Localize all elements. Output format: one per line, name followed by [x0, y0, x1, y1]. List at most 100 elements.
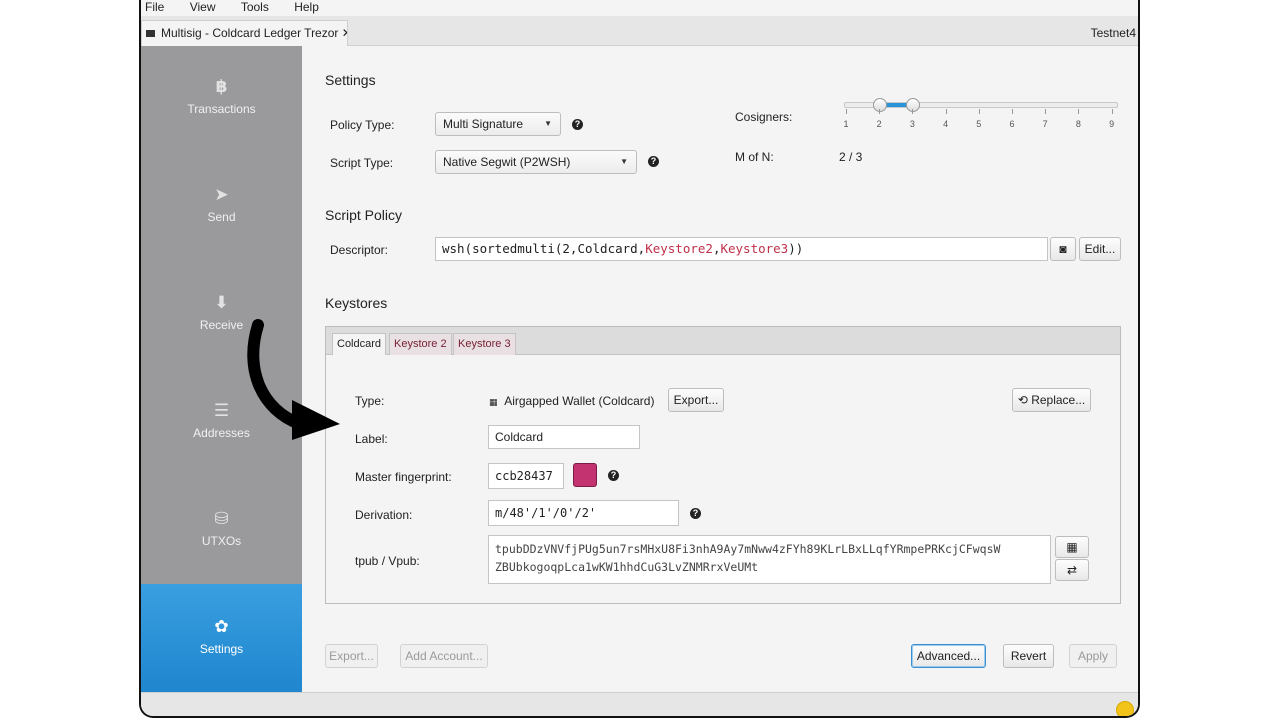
help-icon[interactable]: ? — [572, 119, 583, 130]
script-policy-heading: Script Policy — [325, 207, 403, 223]
script-type-value: Native Segwit (P2WSH) — [443, 155, 571, 169]
tab-keystore-3[interactable]: Keystore 3 — [453, 333, 516, 355]
replace-keystore-button[interactable]: ⟲ Replace... — [1012, 388, 1091, 412]
help-icon[interactable]: ? — [608, 470, 619, 481]
undo-icon: ⟲ — [1017, 393, 1028, 407]
slider-tick-label: 7 — [1042, 119, 1048, 129]
type-label: Type: — [355, 394, 385, 408]
camera-icon: ◙ — [1059, 242, 1067, 256]
script-type-label: Script Type: — [330, 156, 394, 170]
slider-tick-mark — [1078, 109, 1080, 114]
export-keystore-button[interactable]: Export... — [668, 388, 724, 412]
app-window: File View Tools Help Multisig - Coldcard… — [139, 0, 1140, 718]
airgapped-wallet-icon: ▦ — [489, 397, 498, 407]
cosigners-label: Cosigners: — [735, 110, 793, 124]
server-toggle[interactable] — [1116, 701, 1134, 716]
edit-descriptor-button[interactable]: Edit... — [1079, 237, 1121, 261]
sidebar-item-label: Addresses — [193, 426, 250, 440]
sidebar-item-receive[interactable]: ⬇ Receive — [141, 292, 302, 400]
slider-tick-mark — [1111, 109, 1113, 114]
advanced-button[interactable]: Advanced... — [911, 644, 986, 668]
slider-thumb-high[interactable] — [906, 98, 921, 112]
xpub-textarea[interactable]: tpubDDzVNVfjPUg5un7rsMHxU8Fi3nhA9Ay7mNww… — [488, 535, 1051, 584]
help-icon[interactable]: ? — [648, 156, 659, 167]
slider-tick-label: 5 — [976, 119, 982, 129]
swap-icon: ⇄ — [1066, 563, 1078, 577]
menu-bar: File View Tools Help — [141, 0, 1138, 16]
wallet-tab-bar: Multisig - Coldcard Ledger Trezor ✕ Test… — [141, 16, 1138, 46]
settings-content: Settings Policy Type: Multi Signature ▼ ?… — [302, 46, 1138, 692]
add-account-button[interactable]: Add Account... — [400, 644, 488, 668]
sidebar-item-send[interactable]: ➤ Send — [141, 184, 302, 292]
slider-tick-mark — [945, 109, 947, 114]
keystores-heading: Keystores — [325, 295, 388, 311]
type-value: ▦ Airgapped Wallet (Coldcard) — [489, 394, 654, 408]
chevron-down-icon: ▼ — [620, 157, 628, 166]
policy-type-label: Policy Type: — [330, 118, 395, 132]
slider-tick-mark — [912, 109, 914, 114]
export-wallet-button[interactable]: Export... — [325, 644, 378, 668]
send-icon: ➤ — [214, 185, 229, 204]
slider-thumb-low[interactable] — [873, 98, 888, 112]
switch-xpub-button[interactable]: ⇄ — [1055, 559, 1089, 581]
fingerprint-color-swatch — [573, 463, 597, 487]
menu-tools[interactable]: Tools — [241, 0, 269, 14]
camera-button[interactable]: ◙ — [1050, 237, 1076, 261]
script-type-select[interactable]: Native Segwit (P2WSH) ▼ — [435, 150, 637, 174]
slider-tick-label: 1 — [843, 119, 849, 129]
m-of-n-value: 2 / 3 — [839, 150, 863, 164]
descriptor-suffix: )) — [788, 241, 804, 256]
status-bar — [141, 692, 1138, 716]
xpub-label: tpub / Vpub: — [355, 554, 420, 568]
receive-icon: ⬇ — [214, 293, 229, 312]
slider-tick-mark — [846, 109, 847, 114]
sidebar-item-transactions[interactable]: ฿ Transactions — [141, 76, 302, 184]
list-icon: ☰ — [213, 401, 230, 420]
slider-tick-mark — [879, 109, 881, 114]
settings-heading: Settings — [325, 72, 376, 88]
slider-tick-mark — [978, 109, 980, 114]
policy-type-select[interactable]: Multi Signature ▼ — [435, 112, 561, 136]
sidebar-item-addresses[interactable]: ☰ Addresses — [141, 400, 302, 508]
wallet-tab[interactable]: Multisig - Coldcard Ledger Trezor ✕ — [141, 20, 348, 46]
menu-help[interactable]: Help — [294, 0, 319, 14]
replace-label: Replace... — [1031, 393, 1086, 407]
derivation-input[interactable]: m/48'/1'/0'/2' — [488, 500, 679, 526]
revert-button[interactable]: Revert — [1003, 644, 1054, 668]
slider-tick-label: 3 — [909, 119, 915, 129]
slider-tick-label: 9 — [1109, 119, 1115, 129]
xpub-line-1: tpubDDzVNVfjPUg5un7rsMHxU8Fi3nhA9Ay7mNww… — [495, 542, 1001, 556]
descriptor-keystore3: Keystore3 — [720, 241, 789, 256]
descriptor-label: Descriptor: — [330, 243, 389, 257]
slider-tick-label: 4 — [943, 119, 949, 129]
sidebar-item-settings[interactable]: ✿ Settings — [141, 584, 302, 692]
descriptor-field[interactable]: wsh(sortedmulti(2,Coldcard,Keystore2,Key… — [435, 237, 1048, 261]
slider-tick-mark — [1012, 109, 1013, 114]
help-icon[interactable]: ? — [690, 508, 701, 519]
slider-tick-label: 2 — [876, 119, 882, 129]
menu-file[interactable]: File — [145, 0, 164, 14]
qr-code-button[interactable]: ▦ — [1055, 536, 1089, 558]
sidebar-item-label: Receive — [199, 318, 244, 332]
menu-view[interactable]: View — [190, 0, 216, 14]
m-of-n-label: M of N: — [735, 150, 774, 164]
slider-tick-mark — [1045, 109, 1047, 114]
qr-icon: ▦ — [1066, 540, 1078, 554]
chevron-down-icon: ▼ — [544, 119, 552, 128]
label-label: Label: — [355, 432, 388, 446]
apply-button[interactable]: Apply — [1069, 644, 1117, 668]
xpub-line-2: ZBUbkogoqpLca1wKW1hhdCuG3LvZNMRrxVeUMt — [495, 560, 759, 574]
tab-keystore-2[interactable]: Keystore 2 — [389, 333, 452, 355]
close-icon[interactable]: ✕ — [342, 26, 347, 40]
keystore-tabs: Coldcard Keystore 2 Keystore 3 — [326, 327, 1120, 355]
wallet-icon — [146, 30, 155, 37]
derivation-label: Derivation: — [355, 508, 413, 522]
keystores-panel: Coldcard Keystore 2 Keystore 3 Type: ▦ A… — [325, 326, 1121, 604]
policy-type-value: Multi Signature — [443, 117, 524, 131]
tab-coldcard[interactable]: Coldcard — [332, 333, 387, 355]
network-label: Testnet4 — [1090, 26, 1136, 40]
sidebar-item-label: Settings — [199, 642, 244, 656]
descriptor-keystore2: Keystore2 — [645, 241, 713, 256]
fingerprint-input[interactable]: ccb28437 — [488, 463, 564, 489]
keystore-label-input[interactable]: Coldcard — [488, 425, 640, 449]
